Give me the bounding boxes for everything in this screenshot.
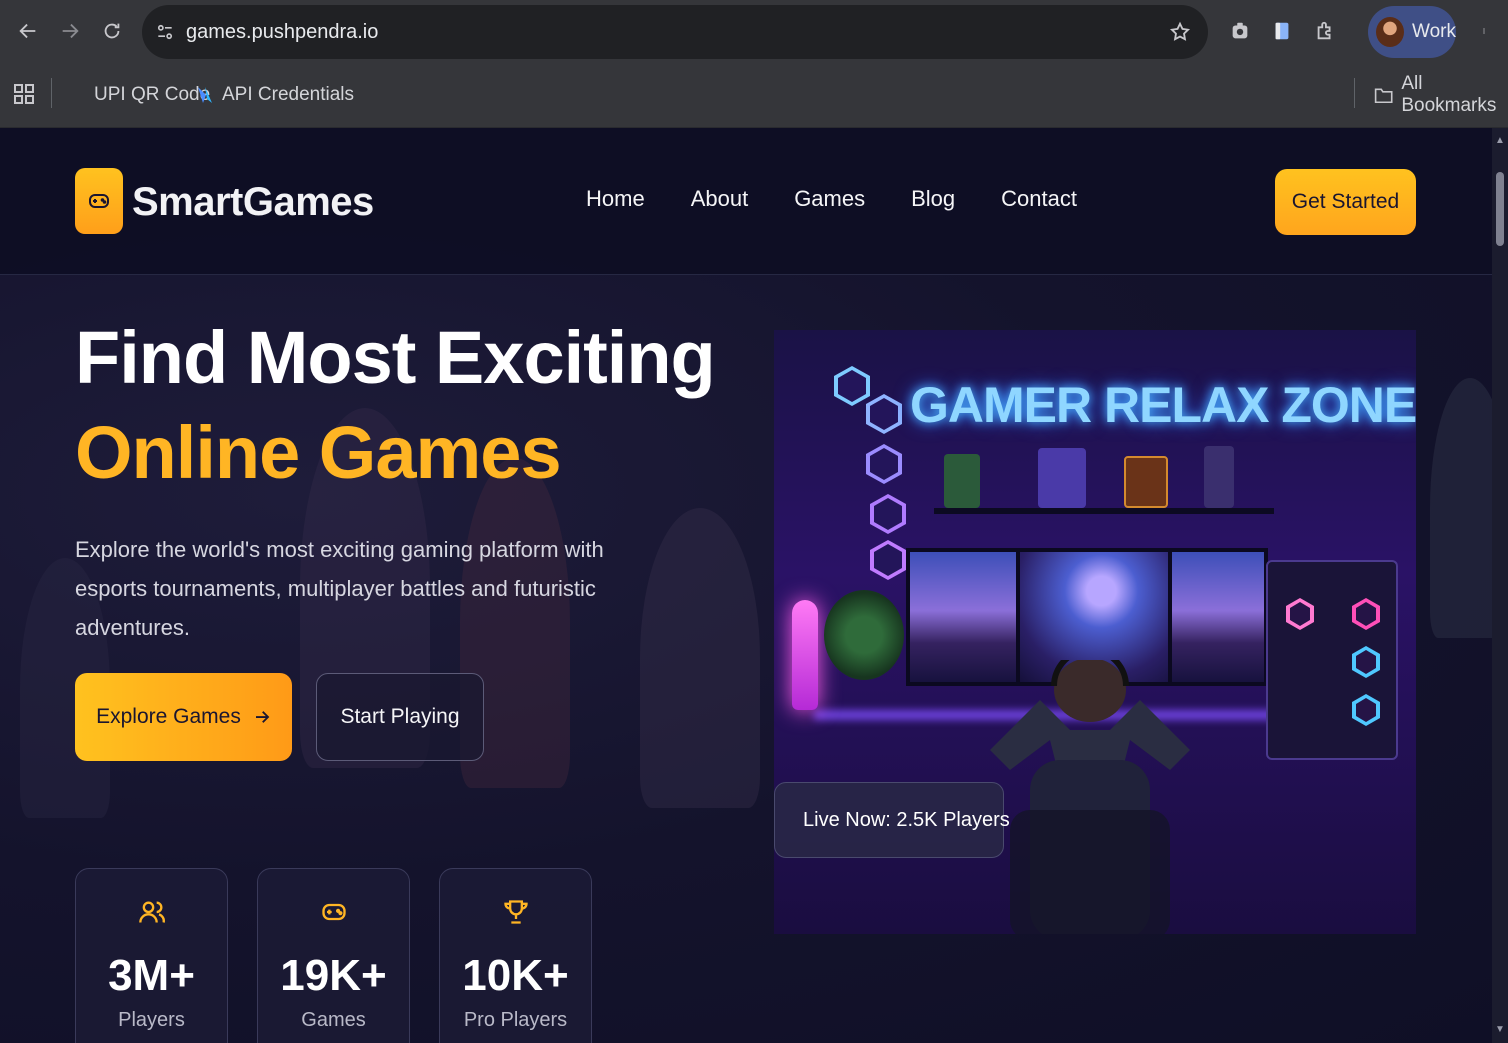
all-bookmarks-button[interactable]: All Bookmarks [1374, 73, 1508, 116]
more-menu-icon[interactable] [1470, 16, 1498, 46]
bookmark-star-icon[interactable] [1166, 18, 1194, 46]
desk-plant [824, 590, 904, 680]
neon-hexagon [870, 540, 906, 580]
users-icon [139, 901, 165, 923]
explore-games-label: Explore Games [96, 705, 241, 728]
background-chess-piece [640, 508, 760, 808]
apps-grid-icon[interactable] [12, 82, 36, 106]
pc-tower [1266, 560, 1398, 760]
site-logo-text[interactable]: SmartGames [132, 180, 374, 225]
neon-hexagon [866, 444, 902, 484]
nav-home[interactable]: Home [586, 186, 645, 212]
stat-value: 3M+ [108, 951, 195, 1000]
back-icon[interactable] [13, 16, 43, 46]
stat-label: Players [118, 1009, 185, 1031]
neon-hexagon [870, 494, 906, 534]
bookmarks-bar: UPI QR Code API Credentials All Bookmark… [0, 64, 1508, 128]
scrollbar-thumb[interactable] [1496, 172, 1504, 246]
neon-hexagon [834, 366, 870, 406]
stat-value: 10K+ [462, 951, 569, 1000]
background-chess-piece [1430, 378, 1492, 638]
api-logo-icon [198, 87, 212, 103]
nav-about[interactable]: About [691, 186, 749, 212]
image-neon-title: GAMER RELAX ZONE [910, 377, 1416, 433]
browser-toolbar: games.pushpendra.io Work [0, 0, 1508, 64]
folder-icon [1374, 88, 1393, 104]
bookmarks-divider [51, 78, 52, 108]
site-settings-icon[interactable] [150, 17, 180, 47]
extensions-puzzle-icon[interactable] [1311, 17, 1339, 45]
bookmark-upi-qr-code[interactable]: UPI QR Code [94, 82, 210, 108]
document-extension-icon[interactable] [1268, 17, 1296, 45]
nav-contact[interactable]: Contact [1001, 186, 1077, 212]
explore-games-button[interactable]: Explore Games [75, 673, 292, 761]
gamepad-icon [322, 903, 346, 921]
bookmarks-divider [1354, 78, 1355, 108]
stat-card-players: 3M+ Players [75, 868, 228, 1043]
stat-value: 19K+ [280, 951, 387, 1000]
hero-title-highlight: Online Games [75, 411, 562, 494]
scroll-down-icon[interactable]: ▼ [1495, 1025, 1505, 1035]
shelf-figure [1038, 448, 1086, 508]
get-started-button[interactable]: Get Started [1275, 169, 1416, 235]
bookmark-label: API Credentials [222, 84, 355, 105]
gamer-figure [990, 660, 1190, 934]
live-players-badge: Live Now: 2.5K Players [774, 782, 1010, 858]
site-header: SmartGames Home About Games Blog Contact… [0, 128, 1492, 275]
reload-icon[interactable] [97, 16, 127, 46]
bookmark-api-credentials[interactable]: API Credentials [196, 82, 354, 108]
pc-fan [1286, 598, 1314, 630]
shelf-figure [1204, 446, 1234, 508]
gamer-room-image: GAMER RELAX ZONE Live Now: 2.5K Players [774, 330, 1416, 934]
forward-icon[interactable] [55, 16, 85, 46]
address-bar[interactable]: games.pushpendra.io [142, 5, 1208, 59]
page-scrollbar[interactable]: ▲ ▼ [1492, 128, 1508, 1043]
hero-title: Find Most Exciting [75, 316, 716, 399]
gamepad-logo-icon[interactable] [75, 168, 123, 234]
pc-fan [1352, 646, 1380, 678]
pc-fan [1352, 598, 1380, 630]
nav-blog[interactable]: Blog [911, 186, 955, 212]
avatar [1376, 17, 1405, 47]
stat-card-games: 19K+ Games [257, 868, 410, 1043]
pc-fan [1352, 694, 1380, 726]
neon-hexagon [866, 394, 902, 434]
bookmark-label: UPI QR Code [94, 84, 211, 105]
trophy-icon [504, 900, 528, 924]
screenshot-extension-icon[interactable] [1226, 17, 1254, 45]
web-page: SmartGames Home About Games Blog Contact… [0, 128, 1492, 1043]
url-text[interactable]: games.pushpendra.io [186, 21, 378, 44]
live-players-text: Live Now: 2.5K Players [803, 808, 1010, 831]
lava-lamp [792, 600, 818, 710]
wall-shelf [934, 508, 1274, 514]
profile-button[interactable]: Work [1368, 6, 1456, 58]
main-nav: Home About Games Blog Contact [586, 186, 1123, 212]
stat-label: Games [301, 1009, 366, 1031]
shelf-plant [944, 454, 980, 508]
nav-games[interactable]: Games [794, 186, 865, 212]
arrow-right-icon [255, 711, 270, 723]
start-playing-button[interactable]: Start Playing [316, 673, 484, 761]
stat-card-pro-players: 10K+ Pro Players [439, 868, 592, 1043]
shelf-frame [1124, 456, 1168, 508]
stat-label: Pro Players [463, 1009, 568, 1031]
scroll-up-icon[interactable]: ▲ [1495, 136, 1505, 146]
profile-label: Work [1412, 21, 1456, 42]
all-bookmarks-label: All Bookmarks [1401, 73, 1497, 116]
hero-description: Explore the world's most exciting gaming… [75, 537, 604, 640]
